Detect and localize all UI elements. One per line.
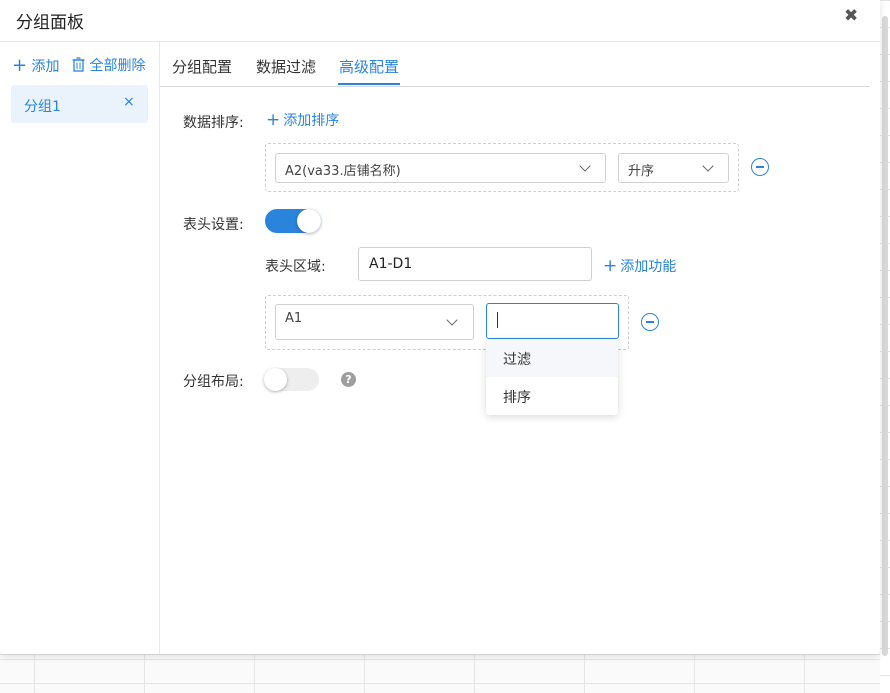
chevron-down-icon xyxy=(579,160,591,172)
sort-label: 数据排序: xyxy=(183,115,244,131)
header-area-input[interactable]: A1-D1 xyxy=(358,247,592,281)
dialog-header: 分组面板 ✖ xyxy=(0,0,880,42)
sort-field-select[interactable]: A2(va33.店铺名称) xyxy=(275,153,606,183)
header-function-select[interactable] xyxy=(486,303,619,339)
option-label: 过滤 xyxy=(503,352,531,368)
group-panel-dialog: 分组面板 ✖ + 添加 全部删除 分组1 × 分组配置 数据过滤 高级配置 数据… xyxy=(0,0,880,654)
delete-all-button[interactable]: 全部删除 xyxy=(72,55,145,75)
config-tabs: 分组配置 数据过滤 高级配置 xyxy=(160,42,870,87)
group-layout-toggle[interactable] xyxy=(264,368,319,391)
dropdown-option-filter[interactable]: 过滤 xyxy=(486,339,618,377)
remove-sort-icon[interactable] xyxy=(751,158,769,176)
header-area-label: 表头区域: xyxy=(265,259,326,275)
active-tab-indicator xyxy=(338,83,400,85)
help-icon[interactable]: ? xyxy=(341,372,356,387)
tab-group-config[interactable]: 分组配置 xyxy=(172,56,232,77)
tab-data-filter[interactable]: 数据过滤 xyxy=(256,56,316,77)
sort-order-value: 升序 xyxy=(628,164,655,179)
sort-order-select[interactable]: 升序 xyxy=(618,153,729,183)
add-function-button[interactable]: + 添加功能 xyxy=(603,256,676,276)
header-settings-label: 表头设置: xyxy=(183,217,244,233)
header-settings-toggle[interactable] xyxy=(265,209,321,233)
delete-all-label: 全部删除 xyxy=(89,58,146,74)
add-group-label: 添加 xyxy=(31,59,60,75)
add-group-button[interactable]: + 添加 xyxy=(12,55,60,76)
background-grid xyxy=(0,655,890,693)
page-scrollbar[interactable] xyxy=(882,16,888,656)
close-icon[interactable]: ✖ xyxy=(844,6,858,26)
add-sort-label: 添加排序 xyxy=(283,113,340,129)
sidebar-item-group-1[interactable]: 分组1 × xyxy=(11,85,148,123)
chevron-down-icon xyxy=(702,160,714,172)
tab-advanced-config[interactable]: 高级配置 xyxy=(339,56,399,77)
plus-icon: + xyxy=(12,55,28,76)
remove-group-icon[interactable]: × xyxy=(123,94,135,110)
sort-field-value: A2(va33.店铺名称) xyxy=(285,164,401,179)
group-sidebar: + 添加 全部删除 分组1 × xyxy=(0,42,160,654)
toggle-knob xyxy=(264,368,287,391)
header-area-value: A1-D1 xyxy=(369,256,413,272)
dropdown-option-sort[interactable]: 排序 xyxy=(486,377,618,415)
add-function-label: 添加功能 xyxy=(620,259,677,275)
function-dropdown: 过滤 排序 xyxy=(486,339,618,415)
add-sort-button[interactable]: + 添加排序 xyxy=(266,110,339,130)
header-cell-select[interactable]: A1 xyxy=(275,304,474,340)
plus-icon: + xyxy=(266,110,281,130)
option-label: 排序 xyxy=(503,390,531,406)
chevron-down-icon xyxy=(446,314,458,326)
plus-icon: + xyxy=(603,256,618,276)
group-item-label: 分组1 xyxy=(24,99,61,115)
trash-icon xyxy=(72,57,89,74)
dialog-title: 分组面板 xyxy=(16,13,84,33)
toggle-knob xyxy=(297,209,321,233)
group-layout-label: 分组布局: xyxy=(183,374,244,390)
header-cell-value: A1 xyxy=(285,311,303,326)
remove-function-icon[interactable] xyxy=(641,313,659,331)
text-caret xyxy=(497,312,498,328)
